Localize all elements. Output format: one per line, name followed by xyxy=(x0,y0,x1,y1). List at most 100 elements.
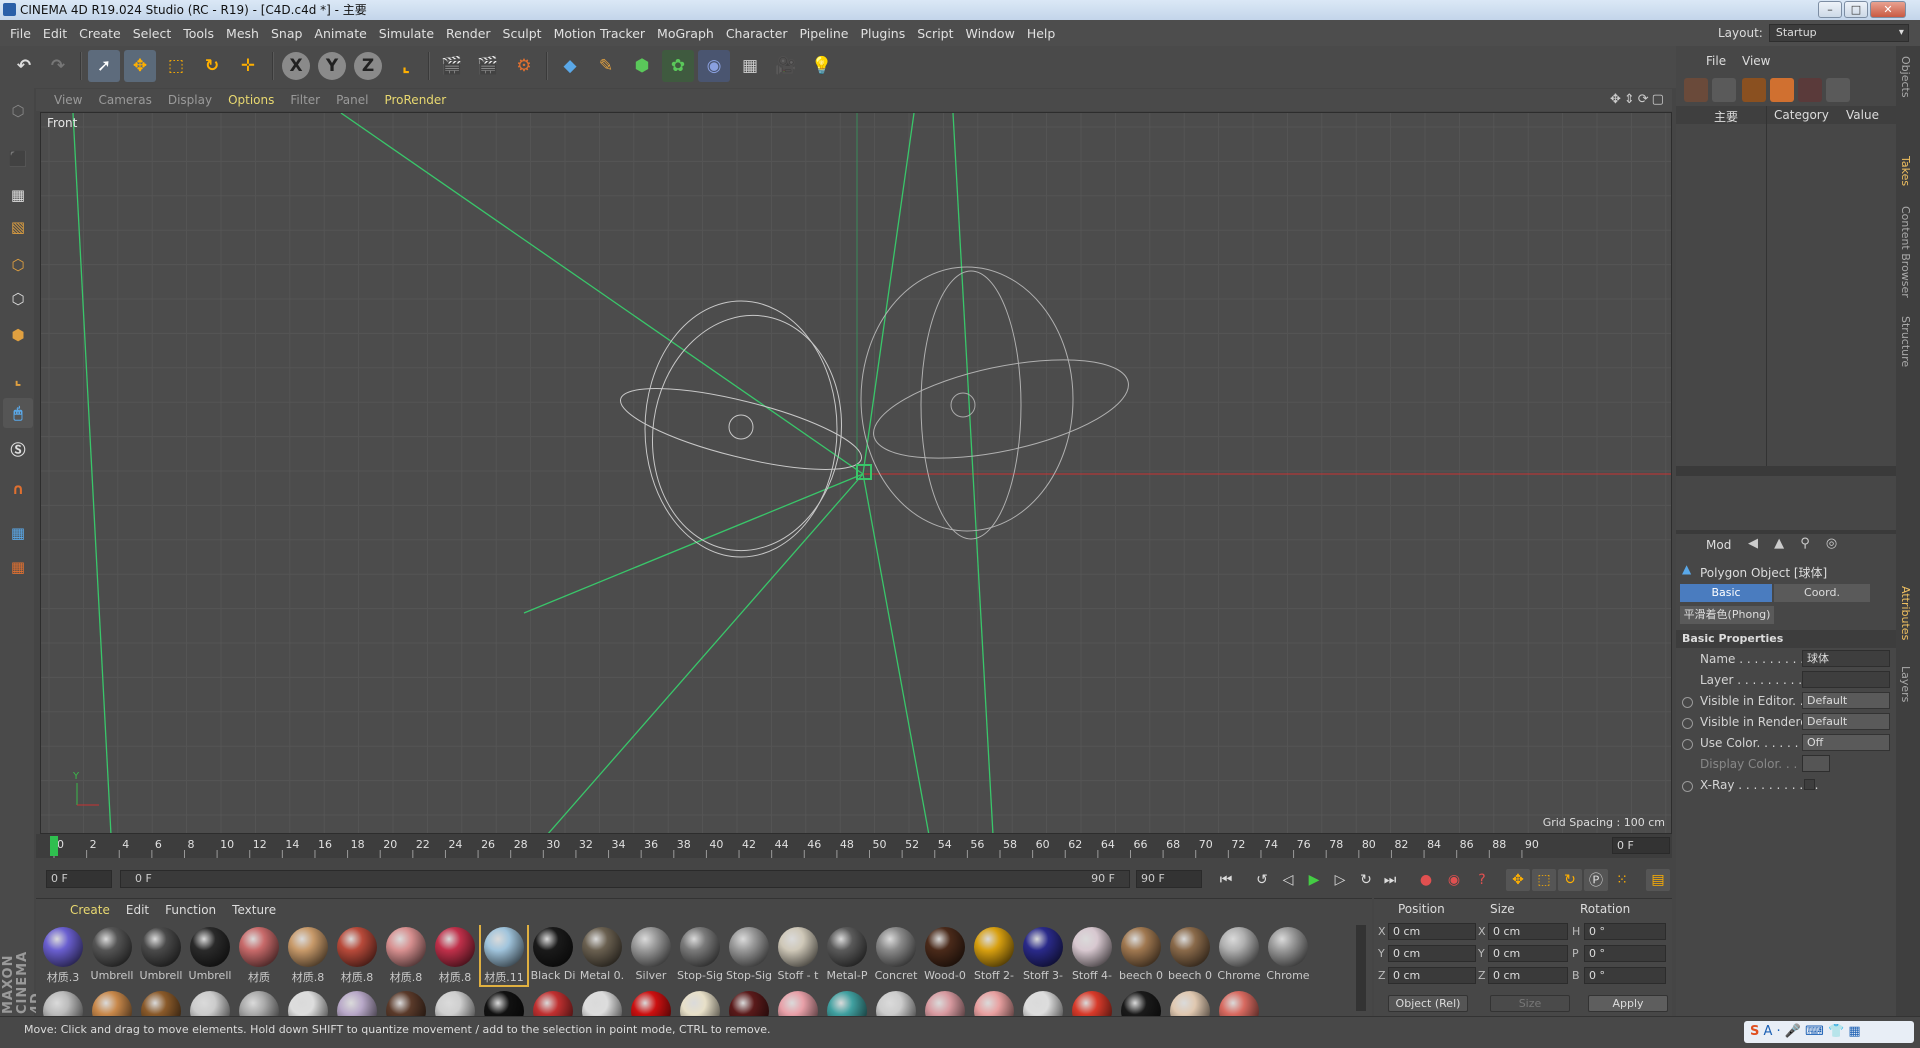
material-swatch[interactable] xyxy=(334,989,380,1017)
takes-lock-icon[interactable] xyxy=(1770,78,1794,102)
redo-icon[interactable]: ↷ xyxy=(42,50,74,82)
axis-y-lock-icon[interactable]: Y xyxy=(318,52,346,80)
goto-start-icon[interactable]: ⏮ xyxy=(1214,869,1238,891)
material-swatch[interactable]: Stoff - t xyxy=(775,925,821,985)
side-tab-structure[interactable]: Structure xyxy=(1899,316,1912,367)
start-frame-field[interactable]: 0 F xyxy=(46,870,112,888)
layout-dropdown[interactable]: Startup xyxy=(1768,24,1909,42)
attributes-mode-menu[interactable]: Mod xyxy=(1706,538,1731,552)
menu-window[interactable]: Window xyxy=(960,26,1021,41)
model-mode-icon[interactable]: ⬛ xyxy=(3,144,33,174)
take-main-item[interactable]: 主要 xyxy=(1714,108,1738,125)
size-field[interactable]: 0 cm xyxy=(1488,967,1568,984)
material-menu-edit[interactable]: Edit xyxy=(118,903,157,917)
material-swatch[interactable] xyxy=(285,989,331,1017)
material-swatch[interactable]: 材质.8 xyxy=(432,925,478,985)
cube-object-icon[interactable]: ◆ xyxy=(554,50,586,82)
material-swatch[interactable] xyxy=(677,989,723,1017)
position-field[interactable]: 0 cm xyxy=(1388,945,1476,962)
material-scrollbar[interactable] xyxy=(1356,925,1366,1011)
key-rotation-icon[interactable]: ↻ xyxy=(1558,869,1582,891)
material-swatch[interactable]: Metal 0. xyxy=(579,925,625,985)
material-swatch[interactable] xyxy=(40,989,86,1017)
enable-axis-icon[interactable]: ⌞ xyxy=(3,364,33,394)
ime-toolbar[interactable]: S A · 🎤 ⌨ 👕 ▦ xyxy=(1744,1021,1914,1043)
material-swatch[interactable]: Umbrell xyxy=(89,925,135,985)
size-field[interactable]: 0 cm xyxy=(1488,945,1568,962)
tab-coord[interactable]: Coord. xyxy=(1774,584,1870,602)
menu-edit[interactable]: Edit xyxy=(37,26,73,41)
animate-toggle-icon[interactable] xyxy=(1682,718,1693,729)
texture-mode-icon[interactable]: ▦ xyxy=(3,180,33,210)
material-swatch[interactable]: Umbrell xyxy=(138,925,184,985)
material-swatch[interactable] xyxy=(383,989,429,1017)
timeline-window-icon[interactable]: ▤ xyxy=(1646,869,1670,891)
render-picture-viewer-icon[interactable]: 🎬 xyxy=(472,50,504,82)
viewport-nav-icons[interactable]: ✥⇕⟳▢ xyxy=(1610,92,1667,107)
size-mode-dropdown[interactable]: Size xyxy=(1490,995,1570,1012)
key-position-icon[interactable]: ✥ xyxy=(1506,869,1530,891)
material-swatch[interactable] xyxy=(1020,989,1066,1017)
menu-snap[interactable]: Snap xyxy=(265,26,308,41)
objects-scrollbar[interactable] xyxy=(1676,466,1896,476)
material-swatch[interactable] xyxy=(236,989,282,1017)
menu-select[interactable]: Select xyxy=(127,26,178,41)
autokey-icon[interactable]: ◉ xyxy=(1442,869,1466,891)
attr-dropdown-visible[interactable]: Default xyxy=(1802,713,1890,730)
undo-icon[interactable]: ↶ xyxy=(8,50,40,82)
takes-marked-icon[interactable] xyxy=(1826,78,1850,102)
current-frame-field[interactable]: 0 F xyxy=(1612,837,1670,854)
menu-create[interactable]: Create xyxy=(73,26,127,41)
make-editable-icon[interactable]: ⬡ xyxy=(3,96,33,126)
snap-icon[interactable]: Ⓢ xyxy=(3,434,33,464)
material-swatch[interactable] xyxy=(1069,989,1115,1017)
side-tab-objects[interactable]: Objects xyxy=(1899,56,1912,98)
menu-tools[interactable]: Tools xyxy=(177,26,220,41)
animate-toggle-icon[interactable] xyxy=(1682,739,1693,750)
material-swatch[interactable]: Metal-P xyxy=(824,925,870,985)
side-tab-content-browser[interactable]: Content Browser xyxy=(1899,206,1912,298)
viewport-menu-panel[interactable]: Panel xyxy=(328,93,376,107)
material-swatch[interactable]: 材质.8 xyxy=(383,925,429,985)
step-forward-icon[interactable]: ▷ xyxy=(1328,869,1352,891)
planar-workplane-icon[interactable]: ▦ xyxy=(3,552,33,582)
menu-pipeline[interactable]: Pipeline xyxy=(794,26,855,41)
tweak-mode-icon[interactable]: 🖱 xyxy=(3,398,33,428)
pen-spline-icon[interactable]: ✎ xyxy=(590,50,622,82)
tab-basic[interactable]: Basic xyxy=(1680,584,1772,602)
material-swatch[interactable]: 材质.3 xyxy=(40,925,86,985)
animate-toggle-icon[interactable] xyxy=(1682,781,1693,792)
minimize-button[interactable]: – xyxy=(1818,1,1842,18)
material-menu-function[interactable]: Function xyxy=(157,903,224,917)
keyframe-selection-icon[interactable]: ? xyxy=(1470,869,1494,891)
xray-checkbox[interactable] xyxy=(1804,779,1815,790)
material-swatch[interactable]: beech 0 xyxy=(1167,925,1213,985)
material-swatch[interactable]: Umbrell xyxy=(187,925,233,985)
attr-field-name[interactable]: 球体 xyxy=(1802,650,1890,667)
menu-simulate[interactable]: Simulate xyxy=(373,26,440,41)
menu-file[interactable]: File xyxy=(4,26,37,41)
workplane-icon[interactable]: ▧ xyxy=(3,212,33,242)
lock-workplane-icon[interactable]: ▦ xyxy=(3,518,33,548)
scale-tool-icon[interactable]: ⬚ xyxy=(160,50,192,82)
live-selection-icon[interactable]: ➚ xyxy=(88,50,120,82)
viewport-menu-filter[interactable]: Filter xyxy=(282,93,328,107)
menu-mograph[interactable]: MoGraph xyxy=(651,26,720,41)
axis-z-lock-icon[interactable]: Z xyxy=(354,52,382,80)
material-menu-texture[interactable]: Texture xyxy=(224,903,284,917)
material-swatch[interactable]: Concret xyxy=(873,925,919,985)
material-swatch[interactable] xyxy=(971,989,1017,1017)
side-tab-takes[interactable]: Takes xyxy=(1899,156,1912,186)
camera-icon[interactable]: 🎥 xyxy=(770,50,802,82)
menu-help[interactable]: Help xyxy=(1021,26,1062,41)
material-swatch[interactable] xyxy=(89,989,135,1017)
takes-add-icon[interactable] xyxy=(1684,78,1708,102)
material-swatch[interactable] xyxy=(824,989,870,1017)
material-swatch[interactable] xyxy=(1118,989,1164,1017)
preview-range-slider[interactable]: 0 F 90 F xyxy=(120,870,1130,888)
viewport-menu-display[interactable]: Display xyxy=(160,93,220,107)
magnet-icon[interactable]: ∩ xyxy=(3,474,33,504)
material-swatch[interactable] xyxy=(775,989,821,1017)
menu-animate[interactable]: Animate xyxy=(308,26,372,41)
material-swatch[interactable]: 材质 xyxy=(236,925,282,985)
